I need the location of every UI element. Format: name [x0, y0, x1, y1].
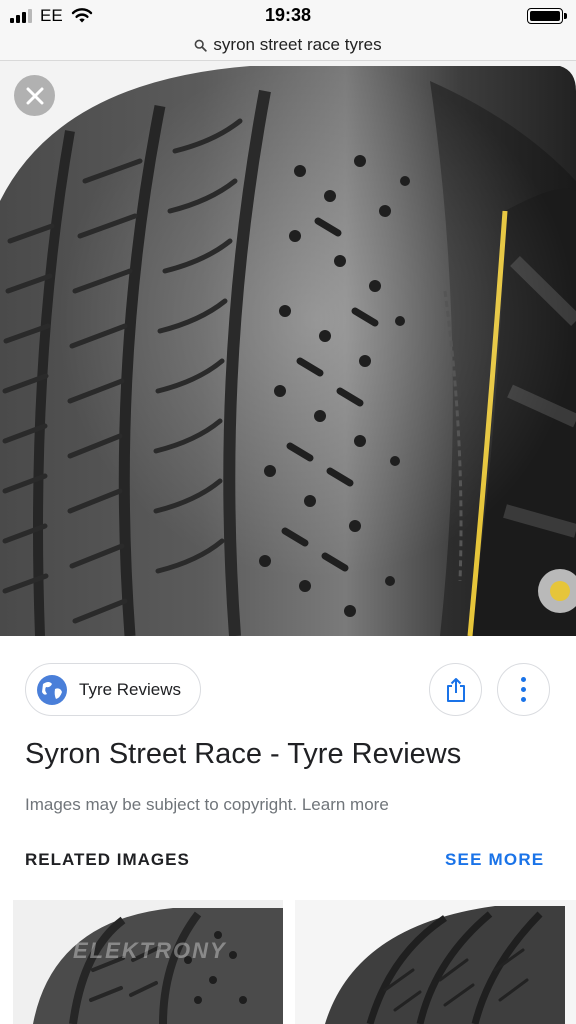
- related-images-heading: RELATED IMAGES: [25, 850, 190, 869]
- address-bar[interactable]: syron street race tyres: [0, 30, 576, 61]
- more-vert-icon: [521, 677, 526, 702]
- battery-icon: [527, 8, 567, 24]
- globe-icon: [37, 674, 67, 705]
- copyright-notice[interactable]: Images may be subject to copyright. Lear…: [25, 795, 389, 815]
- share-button[interactable]: [429, 663, 482, 716]
- main-image[interactable]: [0, 61, 576, 636]
- close-button[interactable]: [14, 75, 55, 116]
- result-title[interactable]: Syron Street Race - Tyre Reviews: [25, 738, 461, 771]
- status-bar: EE 19:38: [0, 0, 576, 30]
- close-icon: [26, 87, 43, 104]
- more-options-button[interactable]: [497, 663, 550, 716]
- related-image-thumbnail[interactable]: ELEKTRONY: [13, 900, 283, 1024]
- source-label: Tyre Reviews: [79, 679, 182, 699]
- tyre-thumbnail-image: [295, 900, 576, 1024]
- search-query[interactable]: syron street race tyres: [213, 35, 381, 55]
- see-more-link[interactable]: SEE MORE: [445, 850, 544, 870]
- tyre-image: [0, 61, 576, 636]
- share-icon: [446, 677, 465, 702]
- search-icon: [195, 39, 208, 52]
- status-time: 19:38: [264, 5, 312, 25]
- related-image-thumbnail[interactable]: [295, 900, 576, 1024]
- thumbnail-watermark: ELEKTRONY: [73, 938, 227, 963]
- source-chip[interactable]: Tyre Reviews: [25, 663, 201, 716]
